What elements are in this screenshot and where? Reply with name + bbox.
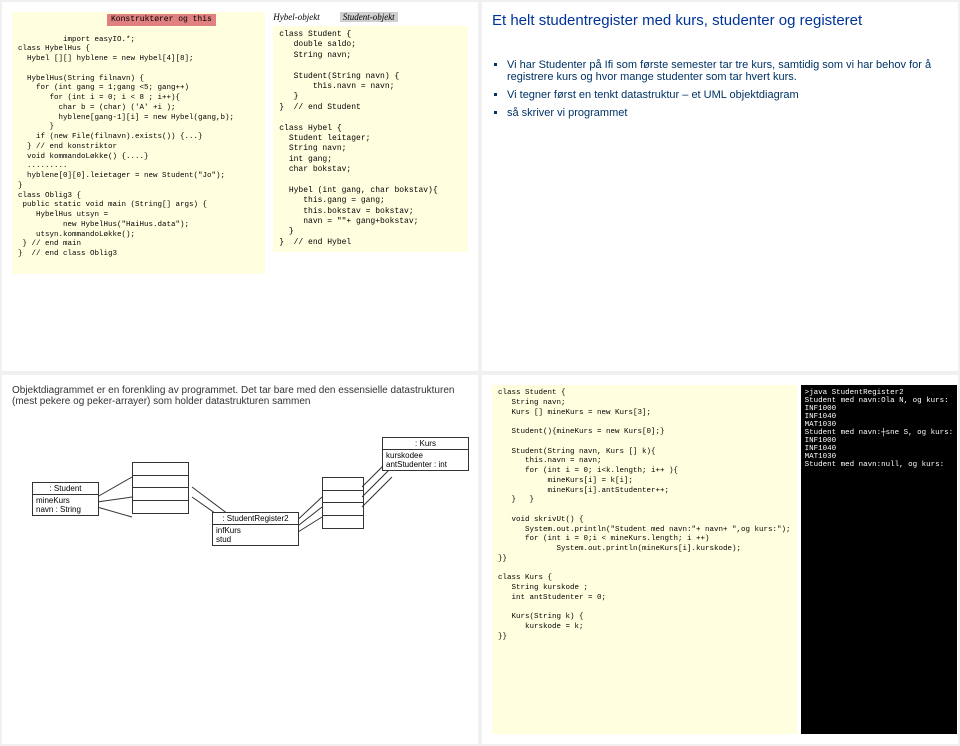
bullet-1: Vi har Studenter på Ifi som første semes… bbox=[507, 59, 948, 83]
console-output: >java StudentRegister2 Student med navn:… bbox=[801, 385, 958, 734]
hybel-label: Hybel-objekt bbox=[273, 12, 319, 22]
bullet-2-text: Vi tegner først en tenkt datastruktur – … bbox=[507, 89, 799, 101]
uml-reg-body: infKurs stud bbox=[213, 525, 298, 545]
uml-kurs: : Kurs kurskodee antStudenter : int bbox=[382, 437, 469, 471]
uml-student-title: : Student bbox=[33, 483, 98, 495]
slide-3: Objektdiagrammet er en forenkling av pro… bbox=[2, 375, 478, 744]
code-left: Konstruktører og this import easyIO.*; c… bbox=[12, 12, 265, 274]
slide3-text: Objektdiagrammet er en forenkling av pro… bbox=[12, 385, 468, 407]
uml-student: : Student mineKurs navn : String bbox=[32, 482, 99, 516]
bottom-row: Objektdiagrammet er en forenkling av pro… bbox=[0, 373, 960, 746]
bullet-2: Vi tegner først en tenkt datastruktur – … bbox=[507, 89, 948, 101]
slide-2: Et helt studentregister med kurs, studen… bbox=[482, 2, 958, 371]
top-row: Konstruktører og this import easyIO.*; c… bbox=[0, 0, 960, 373]
uml-reg-title: : StudentRegister2 bbox=[213, 513, 298, 525]
header-tag: Konstruktører og this bbox=[107, 14, 216, 26]
uml-kurs-title: : Kurs bbox=[383, 438, 468, 450]
array-stack-1 bbox=[132, 462, 189, 514]
bullet-3: så skriver vi programmet bbox=[507, 107, 948, 119]
slide-4: class Student { String navn; Kurs [] min… bbox=[482, 375, 958, 744]
slide2-title: Et helt studentregister med kurs, studen… bbox=[492, 12, 948, 29]
diagram-area: : Student mineKurs navn : String : Stude… bbox=[12, 417, 468, 557]
code-right: class Student { double saldo; String nav… bbox=[273, 26, 468, 252]
student-label: Student-objekt bbox=[340, 12, 398, 22]
array-stack-2 bbox=[322, 477, 364, 529]
code-left-text: import easyIO.*; class HybelHus { Hybel … bbox=[18, 36, 234, 259]
slide4-code: class Student { String navn; Kurs [] min… bbox=[492, 385, 797, 734]
uml-student-body: mineKurs navn : String bbox=[33, 495, 98, 515]
slide-1: Konstruktører og this import easyIO.*; c… bbox=[2, 2, 478, 371]
uml-kurs-body: kurskodee antStudenter : int bbox=[383, 450, 468, 470]
uml-register: : StudentRegister2 infKurs stud bbox=[212, 512, 299, 546]
bullet-list: Vi har Studenter på Ifi som første semes… bbox=[492, 59, 948, 119]
